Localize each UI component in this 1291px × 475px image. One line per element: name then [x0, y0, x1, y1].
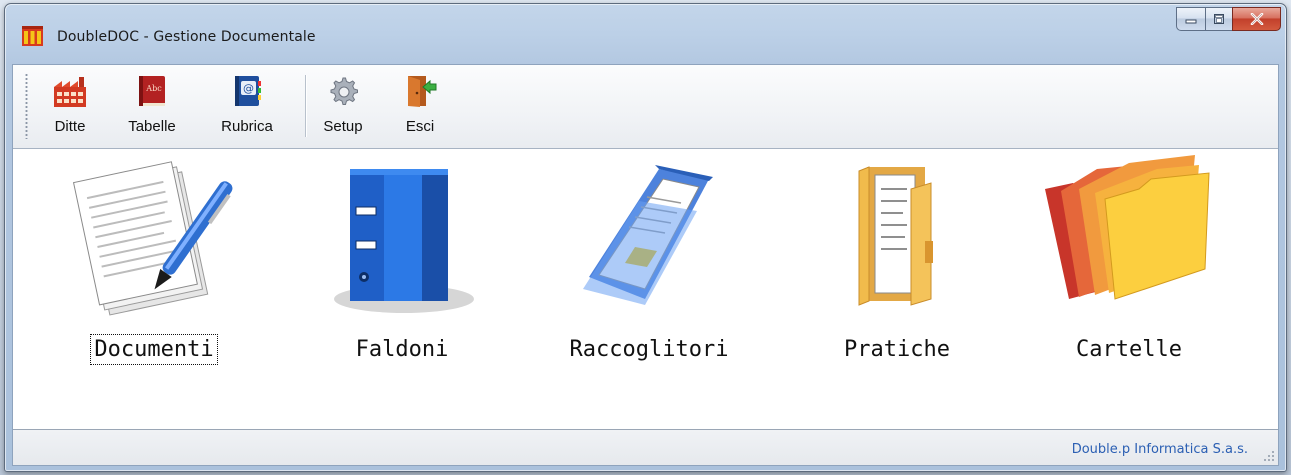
- svg-text:@: @: [243, 82, 254, 95]
- toolbar-separator: [305, 75, 306, 137]
- launcher-label: Pratiche: [844, 337, 950, 362]
- launcher-cartelle[interactable]: Cartelle: [1034, 149, 1224, 362]
- launcher-raccoglitori[interactable]: Raccoglitori: [554, 149, 744, 362]
- maximize-icon: [1214, 14, 1224, 24]
- maximize-button[interactable]: [1205, 7, 1232, 31]
- minimize-button[interactable]: [1176, 7, 1205, 31]
- toolbar-button-ditte[interactable]: Ditte: [44, 71, 96, 143]
- toolbar-button-tabelle[interactable]: Abc Tabelle: [120, 71, 184, 143]
- svg-text:Abc: Abc: [145, 84, 162, 93]
- book-icon: Abc: [139, 76, 165, 106]
- gear-icon: [330, 77, 358, 105]
- launcher-documenti[interactable]: Documenti: [59, 149, 249, 365]
- launcher-label: Raccoglitori: [569, 337, 729, 362]
- app-logo-icon: [22, 26, 43, 46]
- folder-documents-icon: [858, 166, 933, 306]
- toolbar-button-setup[interactable]: Setup: [315, 71, 371, 143]
- toolbar: Ditte Abc Tabelle @ Rubrica Setup Esci: [13, 65, 1278, 149]
- company-name-text: Double.p Informatica S.a.s.: [1071, 442, 1248, 457]
- documents-pen-icon: [72, 161, 233, 316]
- address-book-icon: @: [235, 76, 261, 106]
- toolbar-label: Setup: [323, 118, 363, 135]
- title-bar[interactable]: DoubleDOC - Gestione Documentale: [5, 4, 1286, 60]
- stacked-folders-icon: [1045, 155, 1210, 300]
- resize-grip-icon[interactable]: [1261, 448, 1275, 462]
- exit-door-icon: [408, 76, 437, 107]
- launcher-label: Cartelle: [1076, 337, 1182, 362]
- toolbar-button-rubrica[interactable]: @ Rubrica: [209, 71, 285, 143]
- caption-buttons: [1176, 7, 1281, 33]
- launcher-pratiche[interactable]: Pratiche: [802, 149, 992, 362]
- toolbar-grip[interactable]: [25, 73, 28, 139]
- minimize-icon: [1185, 19, 1197, 24]
- toolbar-label: Tabelle: [128, 118, 176, 135]
- launcher-label: Documenti: [90, 334, 218, 365]
- main-launcher-area: Documenti Faldoni Raccoglitori Pratiche …: [13, 149, 1278, 429]
- window-title: DoubleDOC - Gestione Documentale: [57, 29, 316, 45]
- launcher-faldoni[interactable]: Faldoni: [307, 149, 497, 362]
- document-sleeve-icon: [583, 165, 713, 305]
- launcher-label: Faldoni: [355, 337, 449, 362]
- factory-icon: [54, 77, 86, 107]
- toolbar-label: Esci: [405, 118, 435, 135]
- blue-binder-icon: [334, 169, 474, 313]
- close-button[interactable]: [1232, 7, 1281, 31]
- app-window: DoubleDOC - Gestione Documentale Ditte A…: [4, 3, 1287, 472]
- close-icon: [1250, 13, 1263, 25]
- toolbar-label: Ditte: [54, 118, 86, 135]
- toolbar-button-esci[interactable]: Esci: [398, 71, 442, 143]
- toolbar-label: Rubrica: [221, 118, 273, 135]
- client-area: Ditte Abc Tabelle @ Rubrica Setup Esci D…: [12, 64, 1279, 466]
- status-bar: Double.p Informatica S.a.s.: [13, 429, 1278, 465]
